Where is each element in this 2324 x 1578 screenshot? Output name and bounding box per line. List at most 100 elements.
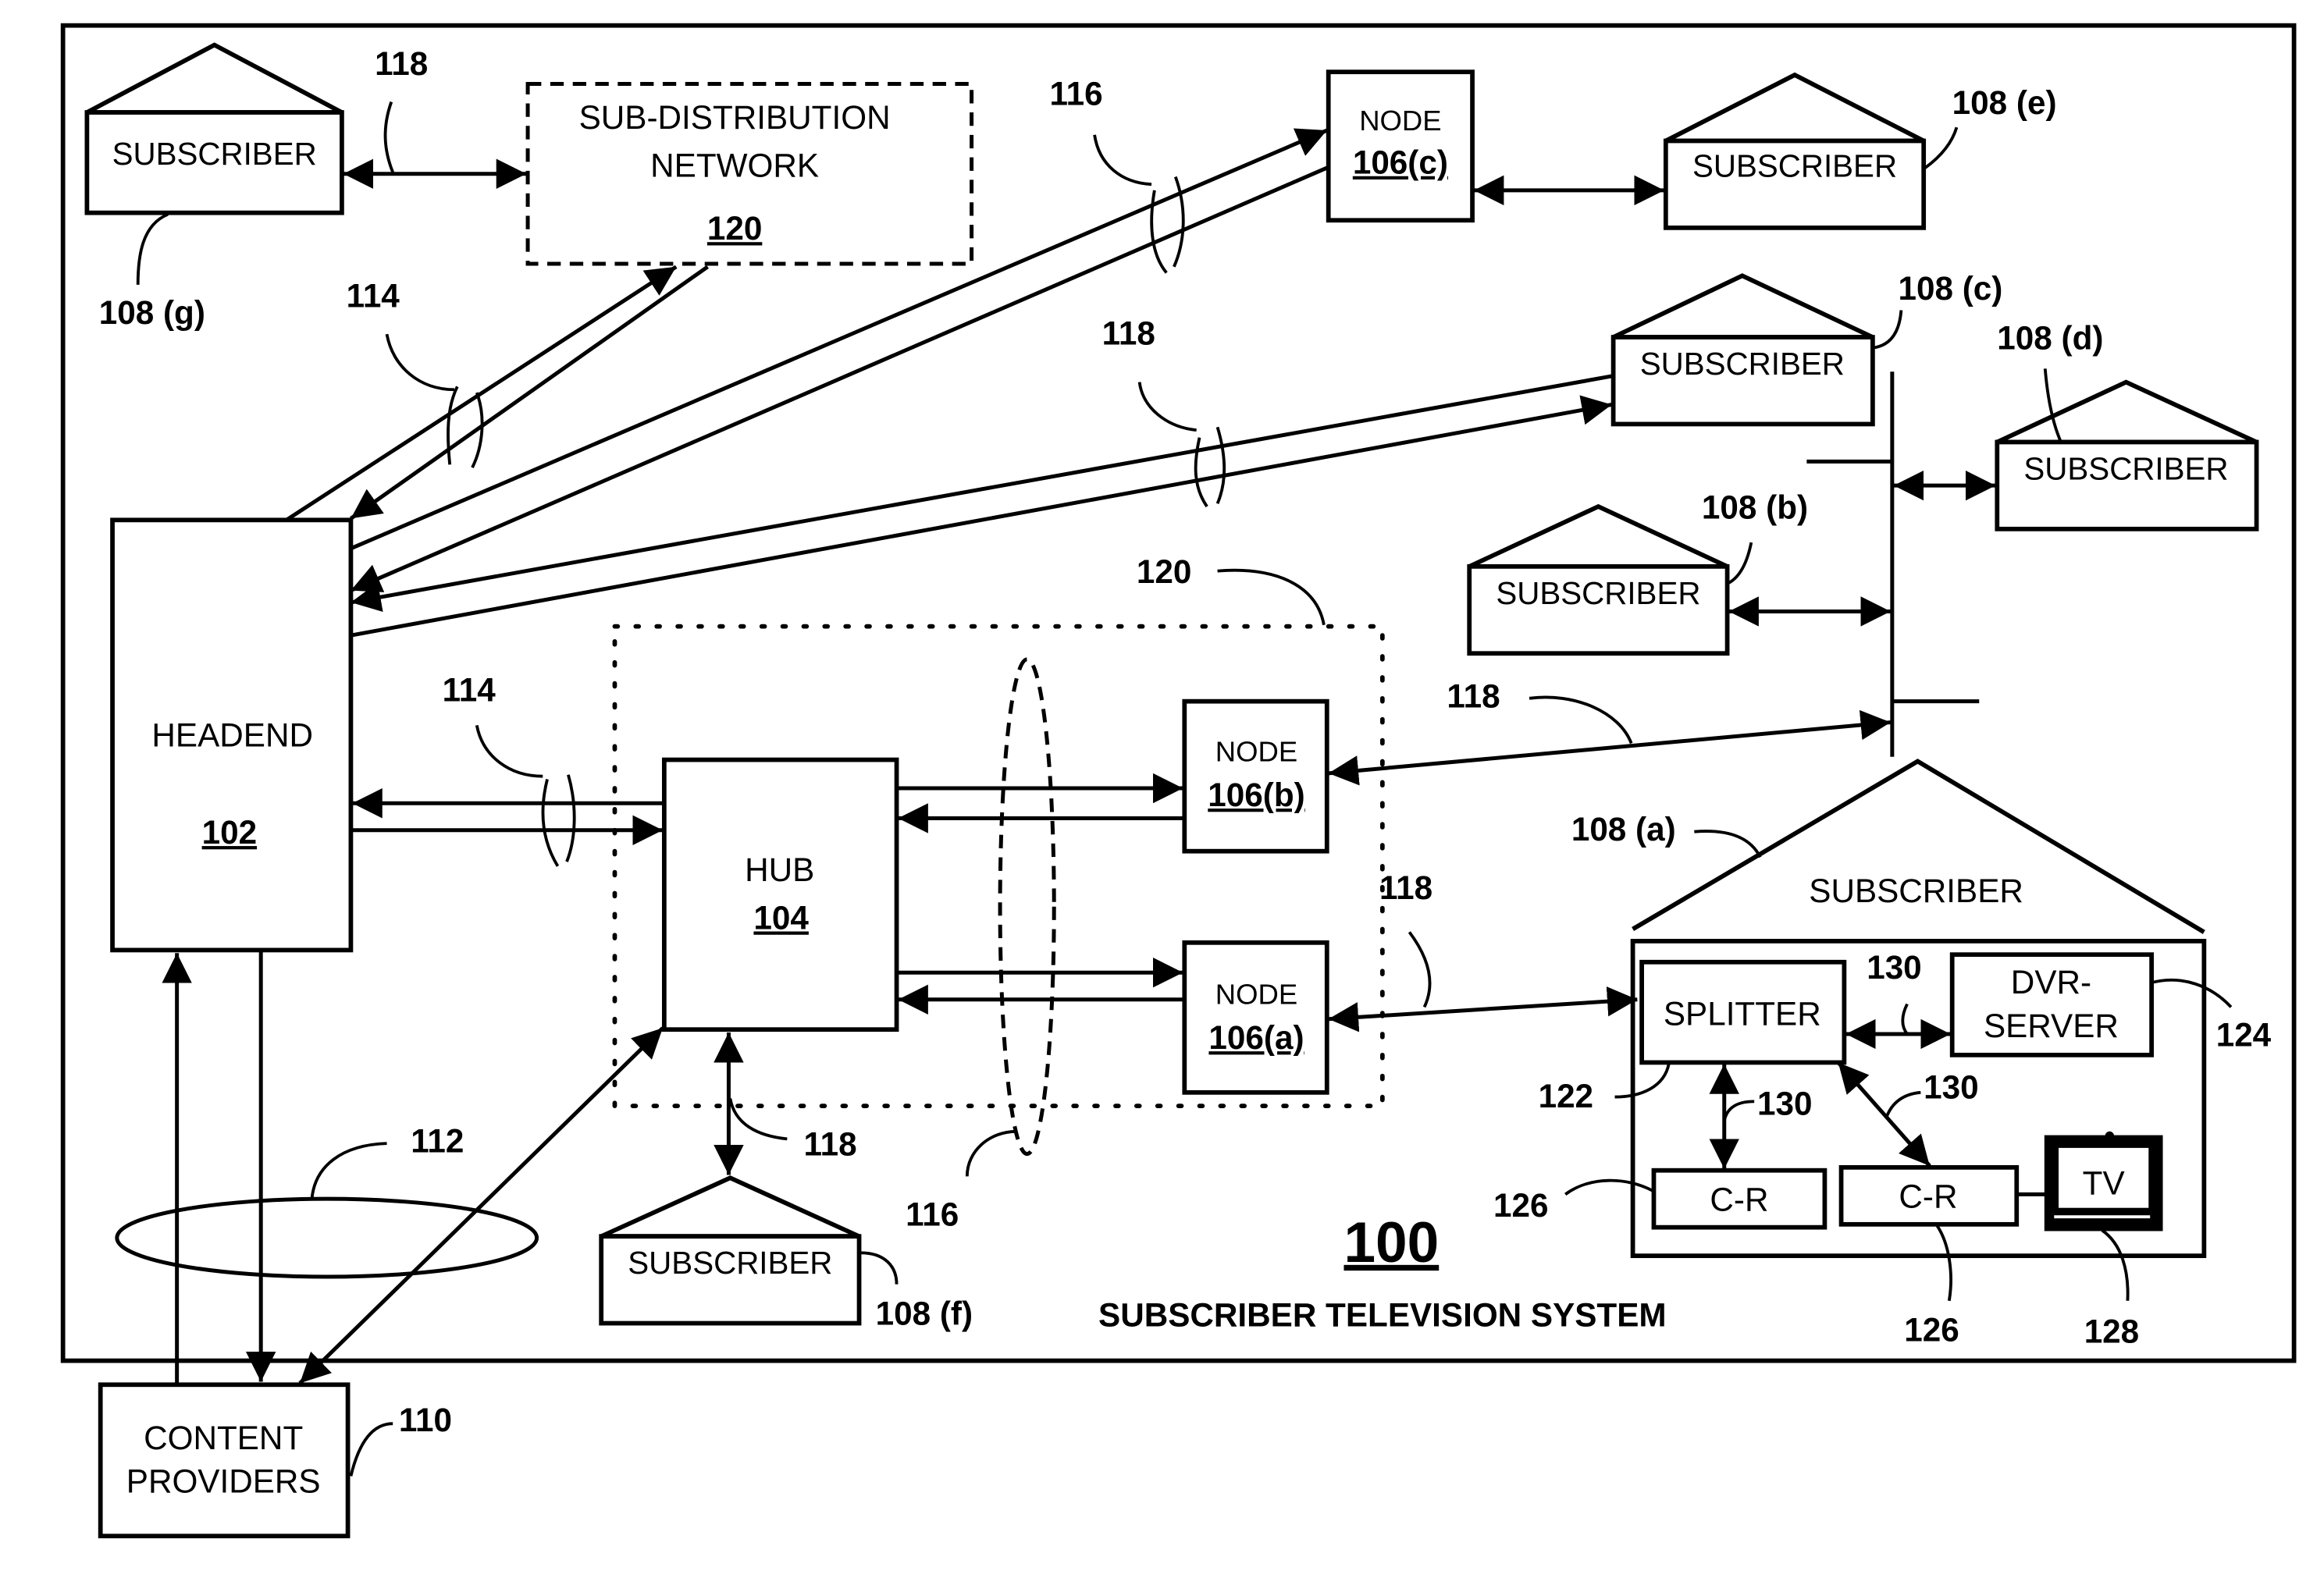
- system-border: [60, 23, 2297, 1363]
- subscriber-108e-label: SUBSCRIBER: [1692, 148, 1897, 184]
- leader-108c: [1874, 310, 1903, 350]
- leader-108g: [136, 212, 169, 285]
- cr-right-label: C-R: [1899, 1178, 1957, 1215]
- leader-122: [1614, 1063, 1671, 1099]
- ref-118-mid: 118: [1447, 677, 1500, 714]
- subscriber-108g[interactable]: SUBSCRIBER: [84, 42, 344, 215]
- dvr-server-line2: SERVER: [1984, 1008, 2119, 1044]
- subscriber-108f[interactable]: SUBSCRIBER: [599, 1175, 862, 1326]
- node-106a-ref: 106(a): [1208, 1019, 1304, 1056]
- leader-108e: [1924, 126, 1959, 169]
- ref-108a: 108 (a): [1571, 811, 1676, 848]
- leader-118-upper: [1137, 382, 1197, 432]
- hub-ref: 104: [753, 900, 809, 936]
- ref-112: 112: [411, 1123, 464, 1160]
- leader-114-lower: [475, 725, 543, 778]
- subscriber-108c[interactable]: SUBSCRIBER: [1610, 273, 1875, 427]
- subscriber-108a-label: SUBSCRIBER: [1809, 873, 2023, 909]
- link-splitter-cr-right: [1836, 1061, 1931, 1168]
- subscriber-108b-label: SUBSCRIBER: [1496, 575, 1700, 611]
- hub-box[interactable]: HUB 104: [661, 757, 899, 1032]
- subscriber-108d-label: SUBSCRIBER: [2023, 450, 2228, 486]
- leader-108a: [1694, 830, 1762, 858]
- link-hub-cp: [298, 1026, 664, 1385]
- splitter-label: SPLITTER: [1664, 995, 1821, 1032]
- hub-label: HUB: [745, 851, 814, 888]
- system-number: 100: [1344, 1211, 1439, 1274]
- ref-130-left: 130: [1757, 1086, 1812, 1122]
- node-106c-ref: 106(c): [1353, 144, 1448, 181]
- content-providers-box[interactable]: CONTENT PROVIDERS: [98, 1382, 351, 1539]
- ref-116-lower: 116: [906, 1196, 959, 1233]
- subscriber-108c-label: SUBSCRIBER: [1640, 346, 1845, 382]
- splitter-box[interactable]: SPLITTER: [1639, 959, 1847, 1065]
- link-headend-to-subdist: [285, 265, 678, 522]
- sub-distribution-line1: SUB-DISTRIBUTION: [579, 99, 891, 136]
- subscriber-108b[interactable]: SUBSCRIBER: [1467, 503, 1730, 656]
- subscriber-108f-label: SUBSCRIBER: [628, 1245, 832, 1281]
- node-106b[interactable]: NODE 106(b): [1182, 698, 1329, 854]
- ref-108e: 108 (e): [1952, 84, 2057, 121]
- leader-118-mid: [1529, 695, 1633, 745]
- subscriber-108d[interactable]: SUBSCRIBER: [1995, 379, 2259, 531]
- link-node106b-bus: [1328, 709, 1892, 786]
- node-106b-ref: 106(b): [1208, 777, 1304, 813]
- ref-120-region: 120: [1137, 553, 1191, 590]
- leader-108b: [1728, 542, 1753, 585]
- ref-116-upper: 116: [1049, 75, 1102, 112]
- ref-108g: 108 (g): [99, 294, 205, 331]
- headend-box[interactable]: HEADEND 102: [110, 517, 354, 953]
- subscriber-108g-label: SUBSCRIBER: [112, 136, 317, 172]
- node-106c-label: NODE: [1359, 105, 1441, 137]
- ref-110: 110: [399, 1402, 452, 1438]
- tv-label: TV: [2083, 1164, 2125, 1201]
- leader-112: [310, 1142, 387, 1199]
- leader-118-top: [383, 101, 394, 173]
- leader-128: [2101, 1228, 2130, 1301]
- leader-126-right: [1935, 1224, 1952, 1302]
- node-106b-label: NODE: [1215, 735, 1297, 767]
- node-106c[interactable]: NODE 106(c): [1326, 69, 1475, 223]
- sub-distribution-network[interactable]: SUB-DISTRIBUTION NETWORK 120: [525, 82, 974, 266]
- link-headend-to-108c: [350, 395, 1613, 638]
- subscriber-television-system-diagram: HEADEND 102 HUB 104 NODE 106(c) NODE 106…: [60, 23, 2297, 1539]
- sub-distribution-line2: NETWORK: [650, 147, 819, 184]
- leader-108f: [860, 1251, 899, 1285]
- ref-128: 128: [2084, 1313, 2139, 1350]
- ref-122: 122: [1539, 1078, 1593, 1114]
- ref-108f: 108 (f): [876, 1295, 973, 1331]
- node-106a-label: NODE: [1215, 979, 1297, 1011]
- sub-distribution-ref: 120: [707, 210, 762, 247]
- system-title: SUBSCRIBER TELEVISION SYSTEM: [1098, 1296, 1667, 1333]
- tv-icon[interactable]: TV: [2044, 1131, 2163, 1231]
- leader-124: [2149, 979, 2233, 1008]
- headend-ref: 102: [202, 814, 257, 851]
- ref-108c: 108 (c): [1899, 270, 2003, 307]
- bundle-112: [115, 1196, 539, 1279]
- cr-right-box[interactable]: C-R: [1838, 1164, 2020, 1227]
- bundle-114-upper: [447, 386, 484, 468]
- ref-130-right: 130: [1924, 1069, 1978, 1106]
- link-108c-to-headend: [350, 374, 1613, 613]
- cr-left-box[interactable]: C-R: [1651, 1168, 1828, 1230]
- bundle-116-upper: [1150, 176, 1185, 274]
- leader-130-left: [1722, 1100, 1755, 1121]
- ref-118-top: 118: [375, 45, 428, 82]
- ref-114-lower: 114: [443, 672, 496, 709]
- node-106a[interactable]: NODE 106(a): [1182, 940, 1329, 1095]
- ref-118-hub: 118: [803, 1125, 856, 1162]
- subscriber-108e[interactable]: SUBSCRIBER: [1663, 72, 1927, 230]
- cr-left-label: C-R: [1710, 1182, 1768, 1218]
- dvr-server-box[interactable]: DVR- SERVER: [1949, 952, 2155, 1057]
- ref-126-left: 126: [1493, 1187, 1548, 1224]
- link-node106a-splitter: [1328, 986, 1638, 1032]
- leader-126-left: [1564, 1178, 1655, 1196]
- link-subdist-to-headend: [349, 265, 709, 521]
- content-providers-line2: PROVIDERS: [126, 1463, 321, 1500]
- leader-116-lower: [965, 1129, 1017, 1177]
- ref-118-upper: 118: [1102, 315, 1155, 352]
- bundle-114-lower: [541, 774, 576, 867]
- leader-130-top: [1901, 1003, 1909, 1036]
- leader-118-right: [1408, 931, 1432, 1008]
- bundle-118-upper: [1194, 426, 1226, 508]
